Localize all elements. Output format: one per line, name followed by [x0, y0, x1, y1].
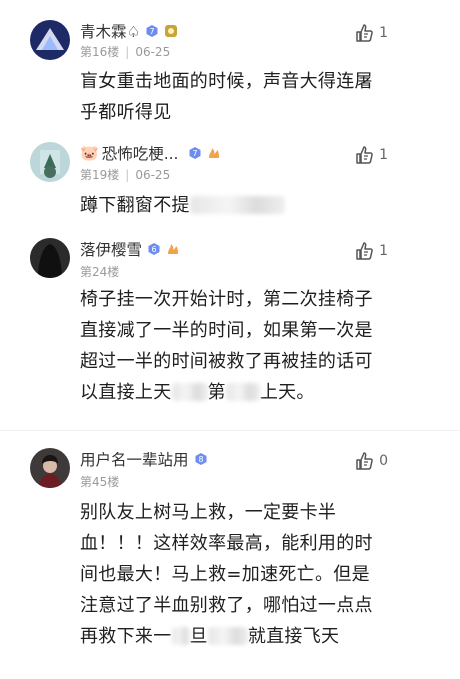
text-line: 蹲下翻窗不提 — [80, 195, 190, 216]
text-line: 再救下来一旦 就直接飞天 — [80, 621, 420, 652]
text-line: 超过一半的时间被救了再被挂的话可 — [80, 351, 373, 372]
floor-label: 第45楼 — [80, 475, 120, 489]
text-line: 间也最大！马上救=加速死亡。但是 — [80, 564, 370, 585]
comment-date: 06-25 — [135, 45, 171, 59]
text-line: 直接减了一半的时间，如果第一次是 — [80, 320, 373, 341]
like-button[interactable]: 1 — [353, 22, 388, 44]
svg-text:8: 8 — [198, 455, 203, 464]
text-line: 盲女重击地面的时候，声音大得连屠 — [80, 71, 373, 92]
avatar[interactable] — [30, 20, 70, 60]
level-badge-icon — [164, 24, 178, 38]
comment-meta: 第16楼 | 06-25 — [80, 45, 171, 59]
username-text[interactable]: 落伊樱雪 — [80, 238, 142, 260]
blurred-text — [207, 627, 248, 645]
blurred-text — [171, 383, 208, 401]
svg-text:6: 6 — [151, 245, 156, 254]
divider — [0, 430, 460, 431]
like-count: 0 — [379, 453, 388, 469]
fire-badge-icon — [207, 146, 221, 160]
text-line: 注意过了半血别救了，哪怕过一点点 — [80, 595, 373, 616]
blurred-text — [171, 627, 190, 645]
text-fragment: 再救下来一 — [80, 626, 172, 647]
thumbs-up-icon — [356, 146, 373, 164]
pig-emoji-icon: 🐷 — [80, 144, 99, 162]
comment-text: 蹲下翻窗不提 — [80, 190, 420, 221]
comment-text: 盲女重击地面的时候，声音大得连屠 乎都听得见 — [80, 66, 420, 128]
comment-date: 06-25 — [135, 168, 171, 182]
text-fragment: 就直接飞天 — [247, 626, 340, 647]
avatar[interactable] — [30, 448, 70, 488]
vip-badge-icon: 8 — [194, 452, 208, 466]
comment-text: 椅子挂一次开始计时，第二次挂椅子 直接减了一半的时间，如果第一次是 超过一半的时… — [80, 284, 420, 408]
blurred-text — [189, 196, 285, 214]
like-count: 1 — [379, 25, 388, 41]
blurred-text — [225, 383, 260, 401]
floor-label: 第19楼 — [80, 168, 120, 182]
comment-meta: 第45楼 — [80, 473, 119, 490]
text-line: 乎都听得见 — [80, 102, 172, 123]
fire-badge-icon — [166, 242, 180, 256]
thumbs-up-icon — [356, 242, 373, 260]
username-text[interactable]: 青木霖♤ — [80, 20, 140, 42]
comment-meta: 第19楼 | 06-25 — [80, 168, 171, 182]
text-line: 血！！！这样效率最高，能利用的时 — [80, 533, 373, 554]
svg-text:7: 7 — [150, 27, 155, 36]
text-line: 椅子挂一次开始计时，第二次挂椅子 — [80, 289, 373, 310]
avatar[interactable] — [30, 238, 70, 278]
like-button[interactable]: 1 — [353, 240, 388, 262]
avatar[interactable] — [30, 142, 70, 182]
vip-badge-icon: 7 — [188, 146, 202, 160]
text-line: 以直接上天 第 上天。 — [80, 377, 420, 408]
text-fragment: 上天。 — [259, 382, 315, 403]
comment-text: 别队友上树马上救，一定要卡半 血！！！这样效率最高，能利用的时 间也最大！马上救… — [80, 497, 420, 652]
text-fragment: 旦 — [189, 626, 208, 647]
username[interactable]: 青木霖♤ 7 — [80, 20, 178, 42]
username[interactable]: 用户名一辈站用 8 — [80, 448, 208, 470]
username[interactable]: 🐷 恐怖吃梗... 7 — [80, 142, 221, 164]
like-count: 1 — [379, 243, 388, 259]
svg-text:7: 7 — [193, 149, 198, 158]
floor-label: 第16楼 — [80, 45, 120, 59]
username[interactable]: 落伊樱雪 6 — [80, 238, 180, 260]
like-button[interactable]: 1 — [353, 144, 388, 166]
username-text[interactable]: 用户名一辈站用 — [80, 448, 189, 470]
like-count: 1 — [379, 147, 388, 163]
comment-meta: 第24楼 — [80, 263, 119, 280]
thumbs-up-icon — [356, 452, 373, 470]
floor-label: 第24楼 — [80, 265, 120, 279]
text-fragment: 第 — [207, 382, 226, 403]
text-line: 别队友上树马上救，一定要卡半 — [80, 502, 337, 523]
vip-badge-icon: 6 — [147, 242, 161, 256]
like-button[interactable]: 0 — [353, 450, 388, 472]
thumbs-up-icon — [356, 24, 373, 42]
text-fragment: 以直接上天 — [80, 382, 172, 403]
vip-badge-icon: 7 — [145, 24, 159, 38]
username-text[interactable]: 恐怖吃梗... — [102, 142, 179, 164]
